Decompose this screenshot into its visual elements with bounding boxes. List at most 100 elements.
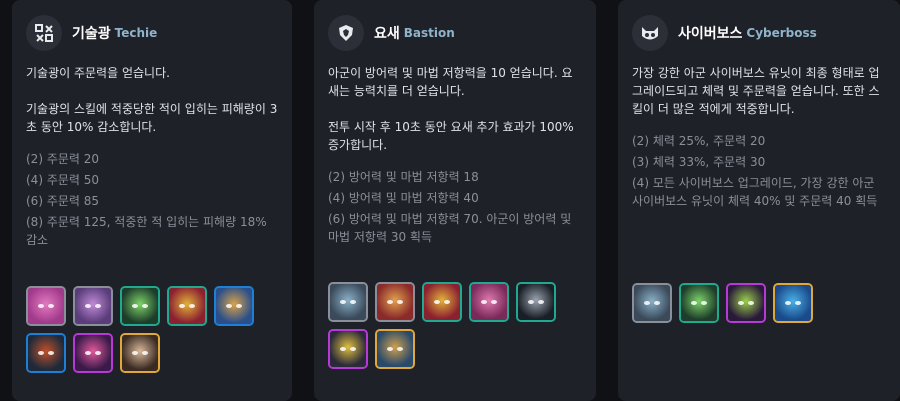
bastion-icon <box>328 15 364 51</box>
champion-list <box>632 283 892 323</box>
champion-portrait[interactable] <box>26 286 66 326</box>
champion-portrait[interactable] <box>679 283 719 323</box>
champion-portrait[interactable] <box>214 286 254 326</box>
trait-header: 요새 Bastion <box>328 14 582 52</box>
champion-eye <box>748 301 754 305</box>
champion-portrait[interactable] <box>328 329 368 369</box>
champion-eye <box>226 304 232 308</box>
champion-eye <box>654 301 660 305</box>
champion-image <box>377 284 413 320</box>
desc-line: 아군이 방어력 및 마법 저항력을 10 얻습니다. 요새는 능력치를 더 얻습… <box>328 66 573 98</box>
tier-line: (6) 주문력 85 <box>26 194 100 208</box>
desc-line: 기술광이 주문력을 얻습니다. <box>26 66 170 80</box>
champion-image <box>75 288 111 324</box>
trait-header: 기술광 Techie <box>26 14 278 52</box>
champion-eye <box>95 304 101 308</box>
champion-image <box>28 335 64 371</box>
champion-image <box>75 335 111 371</box>
champion-portrait[interactable] <box>120 286 160 326</box>
champion-eye <box>85 351 91 355</box>
tier-line: (4) 방어력 및 마법 저항력 40 <box>328 191 479 205</box>
champion-eye <box>738 301 744 305</box>
trait-description: 가장 강한 아군 사이버보스 유닛이 최종 형태로 업그레이드되고 체력 및 주… <box>632 64 886 118</box>
desc-line: 기술광의 스킬에 적중당한 적이 입히는 피해량이 3초 동안 10% 감소합니… <box>26 102 278 134</box>
champion-image <box>28 288 64 324</box>
champion-portrait[interactable] <box>469 282 509 322</box>
champion-eye <box>491 300 497 304</box>
tier-line: (2) 주문력 20 <box>26 152 100 166</box>
trait-name: 기술광 <box>72 26 111 42</box>
champion-eye <box>538 300 544 304</box>
champion-eye <box>444 300 450 304</box>
techie-icon <box>26 15 62 51</box>
champion-portrait[interactable] <box>632 283 672 323</box>
desc-line: 가장 강한 아군 사이버보스 유닛이 최종 형태로 업그레이드되고 체력 및 주… <box>632 66 880 116</box>
trait-header: 사이버보스 Cyberboss <box>632 14 886 52</box>
champion-portrait[interactable] <box>120 333 160 373</box>
champion-image <box>216 288 252 324</box>
champion-eye <box>340 347 346 351</box>
champion-eye <box>95 351 101 355</box>
champion-eye <box>397 347 403 351</box>
champion-portrait[interactable] <box>773 283 813 323</box>
champion-eye <box>132 304 138 308</box>
tier-line: (8) 주문력 125, 적중한 적 입히는 피해량 18% 감소 <box>26 215 267 247</box>
champion-eye <box>691 301 697 305</box>
champion-eye <box>795 301 801 305</box>
tier-line: (4) 모든 사이버보스 업그레이드, 가장 강한 아군 사이버보스 유닛이 체… <box>632 176 878 208</box>
champion-image <box>518 284 554 320</box>
champion-portrait[interactable] <box>73 286 113 326</box>
trait-name-en: Techie <box>114 26 158 40</box>
trait-description: 기술광이 주문력을 얻습니다. 기술광의 스킬에 적중당한 적이 입히는 피해량… <box>26 64 278 136</box>
trait-card-cyberboss: 사이버보스 Cyberboss 가장 강한 아군 사이버보스 유닛이 최종 형태… <box>618 0 900 401</box>
trait-name: 사이버보스 <box>678 26 743 42</box>
champion-eye <box>236 304 242 308</box>
champion-image <box>471 284 507 320</box>
cyberboss-icon <box>632 15 668 51</box>
champion-portrait[interactable] <box>73 333 113 373</box>
champion-eye <box>644 301 650 305</box>
champion-portrait[interactable] <box>375 329 415 369</box>
champion-image <box>728 285 764 321</box>
champion-eye <box>387 300 393 304</box>
champion-image <box>330 284 366 320</box>
champion-image <box>377 331 413 367</box>
champion-eye <box>38 304 44 308</box>
champion-image <box>122 288 158 324</box>
champion-portrait[interactable] <box>167 286 207 326</box>
tier-line: (4) 주문력 50 <box>26 173 100 187</box>
champion-portrait[interactable] <box>328 282 368 322</box>
champion-portrait[interactable] <box>375 282 415 322</box>
champion-portrait[interactable] <box>422 282 462 322</box>
champion-portrait[interactable] <box>726 283 766 323</box>
champion-eye <box>785 301 791 305</box>
tier-line: (3) 체력 33%, 주문력 30 <box>632 155 766 169</box>
trait-tiers: (2) 방어력 및 마법 저항력 18 (4) 방어력 및 마법 저항력 40 … <box>328 168 582 246</box>
trait-card-bastion: 요새 Bastion 아군이 방어력 및 마법 저항력을 10 얻습니다. 요새… <box>314 0 596 401</box>
champion-list <box>328 282 588 369</box>
champion-eye <box>397 300 403 304</box>
champion-eye <box>434 300 440 304</box>
desc-line: 전투 시작 후 10초 동안 요새 추가 효과가 100% 증가합니다. <box>328 120 574 152</box>
champion-eye <box>85 304 91 308</box>
tier-line: (2) 방어력 및 마법 저항력 18 <box>328 170 479 184</box>
champion-eye <box>142 351 148 355</box>
champion-eye <box>387 347 393 351</box>
champion-portrait[interactable] <box>26 333 66 373</box>
champion-image <box>775 285 811 321</box>
champion-eye <box>48 351 54 355</box>
tier-line: (2) 체력 25%, 주문력 20 <box>632 134 766 148</box>
champion-image <box>634 285 670 321</box>
champion-eye <box>701 301 707 305</box>
champion-eye <box>142 304 148 308</box>
champion-eye <box>38 351 44 355</box>
champion-eye <box>340 300 346 304</box>
trait-name-en: Bastion <box>403 26 455 40</box>
champion-eye <box>179 304 185 308</box>
tier-line: (6) 방어력 및 마법 저항력 70. 아군이 방어력 및 마법 저항력 30… <box>328 212 572 244</box>
champion-eye <box>48 304 54 308</box>
champion-image <box>122 335 158 371</box>
trait-name-en: Cyberboss <box>746 26 817 40</box>
champion-image <box>169 288 205 324</box>
champion-portrait[interactable] <box>516 282 556 322</box>
